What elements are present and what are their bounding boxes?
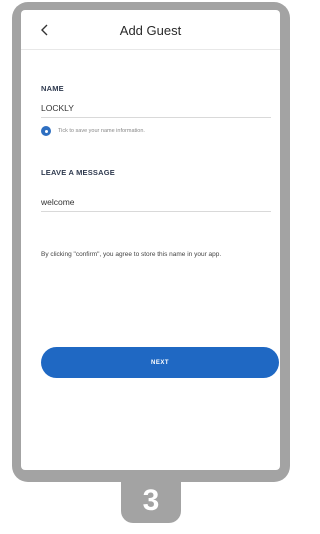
save-hint-text: Tick to save your name information. <box>58 128 145 134</box>
message-field-container <box>41 192 271 212</box>
save-checkbox-icon[interactable] <box>41 126 51 136</box>
device-frame: Add Guest NAME Tick to save your name in… <box>12 2 290 482</box>
name-field-container <box>41 98 271 118</box>
header-bar: Add Guest <box>21 10 280 50</box>
message-input[interactable] <box>41 193 271 211</box>
save-name-row: Tick to save your name information. <box>41 126 145 136</box>
disclaimer-text: By clicking "confirm", you agree to stor… <box>41 251 222 258</box>
app-screen: Add Guest NAME Tick to save your name in… <box>21 10 280 470</box>
step-number-badge: 3 <box>121 478 181 523</box>
page-title: Add Guest <box>119 23 182 38</box>
message-label: LEAVE A MESSAGE <box>41 168 115 177</box>
next-button[interactable]: NEXT <box>41 347 279 378</box>
name-label: NAME <box>41 84 64 93</box>
name-input[interactable] <box>41 99 271 117</box>
